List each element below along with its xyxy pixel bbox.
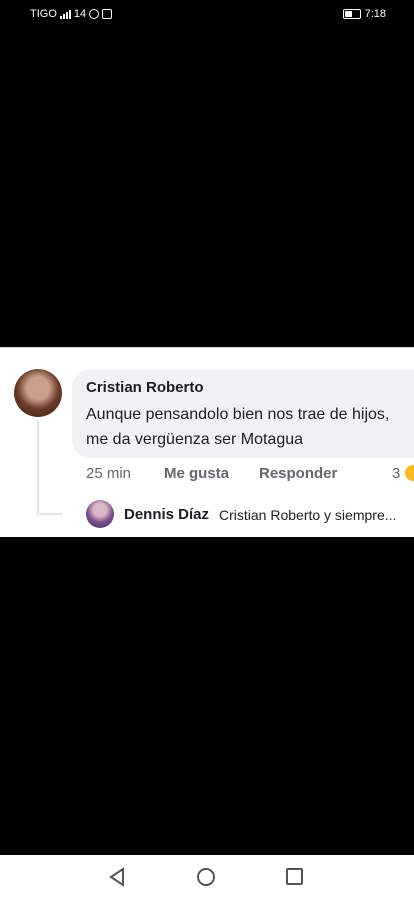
reply-button[interactable]: Responder xyxy=(259,465,337,482)
reply-author[interactable]: Dennis Díaz xyxy=(124,506,209,523)
reply-preview[interactable]: Cristian Roberto y siempre... xyxy=(219,507,396,523)
thread-line xyxy=(37,420,39,515)
reaction-count[interactable]: 3 xyxy=(392,465,400,482)
reaction-emoji-icon[interactable] xyxy=(405,465,414,481)
clock: 7:18 xyxy=(364,8,386,20)
status-left: TIGO 14 xyxy=(30,8,113,20)
signal-icon xyxy=(59,9,71,19)
back-triangle-icon[interactable] xyxy=(108,867,126,892)
avatar[interactable] xyxy=(14,369,62,417)
recent-apps-square-icon[interactable] xyxy=(286,868,303,885)
comment-time: 25 min xyxy=(86,465,132,482)
carrier-label: TIGO xyxy=(30,8,57,20)
status-right: 7:18 xyxy=(342,8,386,20)
thread-branch xyxy=(37,513,63,515)
status-bar: TIGO 14 7:18 xyxy=(0,0,414,28)
home-circle-icon[interactable] xyxy=(197,868,215,886)
network-label: 14 xyxy=(73,8,87,20)
comment-text: Aunque pensandolo bien nos trae de hijos… xyxy=(86,406,390,448)
battery-icon xyxy=(342,9,361,19)
reply-avatar[interactable] xyxy=(86,500,114,528)
like-button[interactable]: Me gusta xyxy=(164,465,229,482)
system-nav-bar xyxy=(0,855,414,900)
comment-card: Cristian Roberto Aunque pensandolo bien … xyxy=(0,347,414,537)
facebook-icon xyxy=(102,9,113,19)
whatsapp-icon xyxy=(89,9,100,19)
comment-author[interactable]: Cristian Roberto xyxy=(86,379,204,396)
